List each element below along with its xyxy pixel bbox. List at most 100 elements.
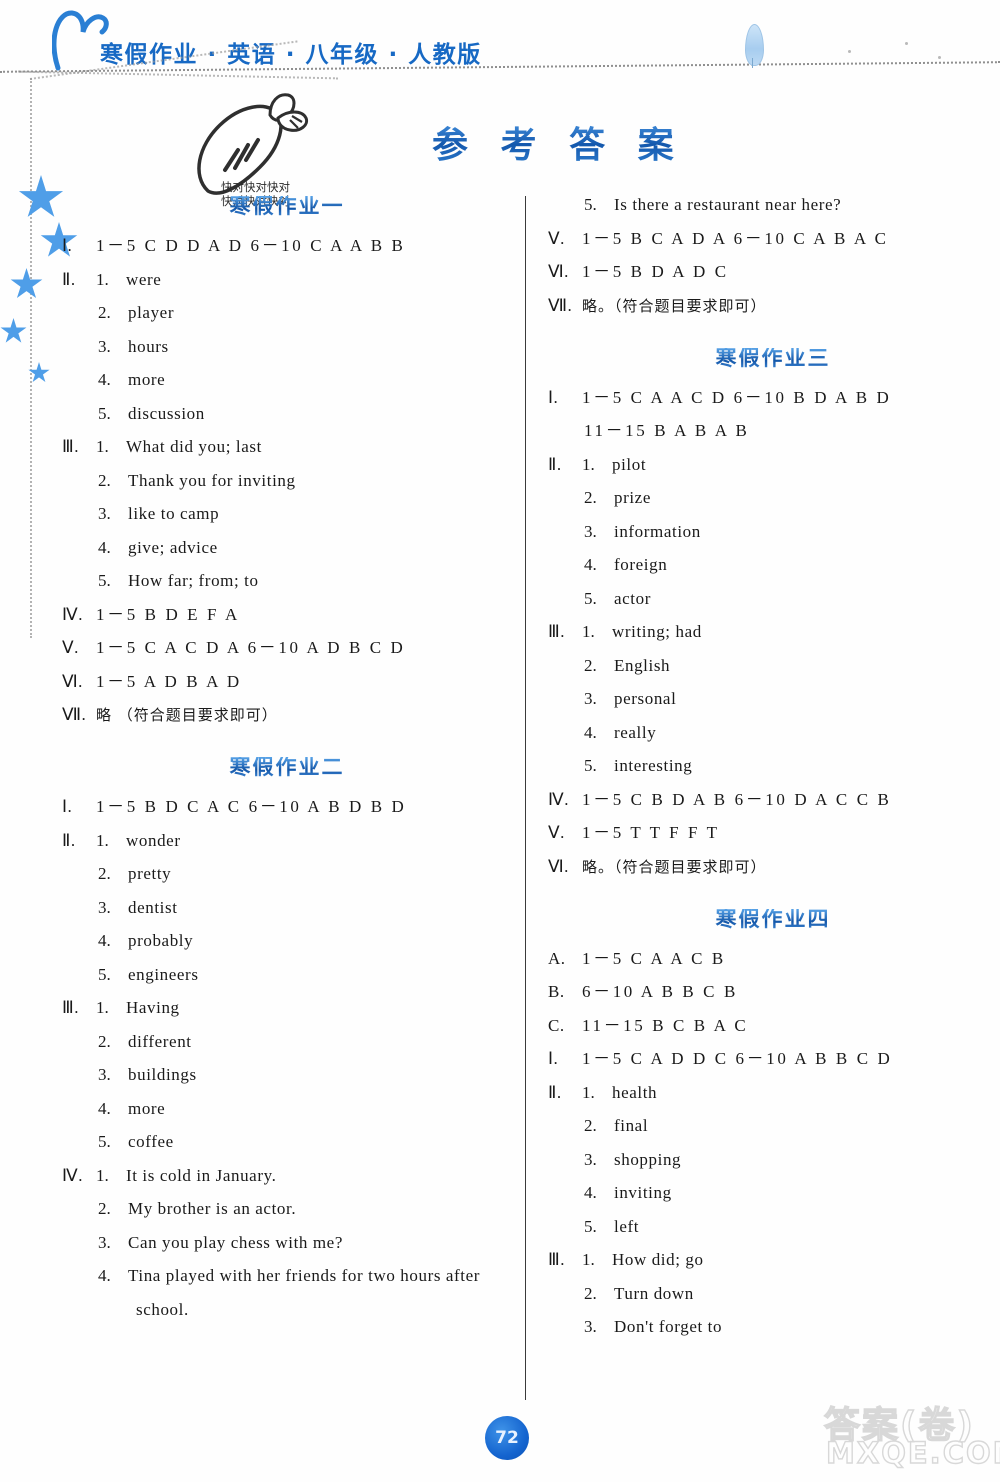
- answer-text: buildings: [128, 1065, 197, 1084]
- answer-line: Ⅰ. 1－5 C A A C D 6－10 B D A B D: [548, 389, 998, 406]
- answer-text: Thank you for inviting: [128, 470, 296, 490]
- answer-line: Ⅱ. 1. pilot: [548, 456, 998, 473]
- answer-text: player: [128, 303, 175, 322]
- answer-line: 5. interesting: [548, 757, 998, 774]
- item-number: 4.: [98, 1266, 111, 1285]
- item-number: 4.: [98, 370, 111, 389]
- leaf-decoration-icon: [745, 24, 764, 66]
- answer-text: like to camp: [128, 504, 220, 523]
- item-number: 5.: [584, 756, 597, 775]
- answer-line: 3. shopping: [548, 1151, 998, 1168]
- roman-numeral: Ⅰ.: [62, 236, 73, 255]
- answer-text: were: [126, 269, 162, 289]
- answer-text: 1－5 B D C A C 6－10 A B D B D: [96, 797, 407, 816]
- answer-line: Ⅱ. 1. were: [62, 271, 512, 288]
- letter-label: C.: [548, 1015, 565, 1035]
- watermark-site: MXQE.COM: [825, 1435, 1000, 1470]
- roman-numeral: Ⅰ.: [548, 387, 559, 407]
- answer-text: How did; go: [612, 1250, 704, 1269]
- roman-numeral: Ⅶ.: [62, 705, 87, 724]
- item-number: 5.: [584, 1216, 597, 1236]
- item-number: 2.: [98, 1199, 111, 1218]
- answer-line: 2. My brother is an actor.: [62, 1200, 512, 1217]
- item-number: 2.: [584, 1283, 597, 1303]
- answer-text: discussion: [128, 403, 205, 423]
- answer-text: inviting: [614, 1183, 672, 1202]
- answer-text: Tina played with her friends for two hou…: [128, 1266, 481, 1285]
- item-number: 3.: [98, 1232, 111, 1252]
- answer-text: prize: [614, 488, 651, 507]
- answer-text: wonder: [126, 830, 181, 850]
- star-decoration-icon: [18, 175, 64, 217]
- answer-line: 3. personal: [548, 690, 998, 707]
- star-decoration-icon: [0, 318, 27, 343]
- roman-numeral: Ⅶ.: [548, 295, 573, 315]
- roman-numeral: Ⅰ.: [548, 1049, 559, 1068]
- answer-line: Ⅲ. 1. writing; had: [548, 623, 998, 640]
- item-number: 1.: [582, 622, 595, 641]
- roman-numeral: Ⅳ.: [548, 789, 569, 809]
- answer-line: 5. left: [548, 1218, 998, 1235]
- answer-text: writing; had: [612, 622, 702, 641]
- answer-line: 4. Tina played with her friends for two h…: [62, 1267, 512, 1284]
- answer-line: 3. buildings: [62, 1066, 512, 1083]
- answer-line: Ⅶ. 略 （符合题目要求即可）: [62, 706, 512, 723]
- left-column: 寒假作业一 Ⅰ. 1－5 C D D A D 6－10 C A A B B Ⅱ. 1…: [62, 196, 512, 1334]
- answer-line: 2. Thank you for inviting: [62, 472, 512, 489]
- answer-line: 3. dentist: [62, 899, 512, 916]
- roman-numeral: Ⅵ.: [62, 671, 83, 691]
- answer-line-continuation: school.: [62, 1301, 512, 1318]
- leaf-stem-decoration: [752, 58, 753, 68]
- item-number: 2.: [98, 1031, 111, 1051]
- answer-line: Ⅵ. 略。（符合题目要求即可）: [548, 858, 998, 875]
- carrot-caption-line1: 快对快对快对: [221, 180, 290, 194]
- answer-text: 1－5 A D B A D: [96, 671, 242, 691]
- answer-text: Turn down: [614, 1283, 694, 1303]
- answer-text: Can you play chess with me?: [128, 1232, 343, 1252]
- answer-line: 2. prize: [548, 489, 998, 506]
- roman-numeral: Ⅲ.: [62, 998, 79, 1017]
- answer-text: Is there a restaurant near here?: [614, 195, 842, 214]
- answer-line: Ⅳ. 1－5 C B D A B 6－10 D A C C B: [548, 791, 998, 808]
- item-number: 1.: [96, 998, 109, 1017]
- answer-text: Having: [126, 998, 180, 1017]
- answer-text: What did you; last: [126, 437, 262, 456]
- item-number: 3.: [98, 897, 111, 917]
- answer-text: 1－5 C A C D A 6－10 A D B C D: [96, 638, 406, 657]
- answer-line: 5. How far; from; to: [62, 572, 512, 589]
- item-number: 1.: [96, 437, 109, 456]
- letter-label: B.: [548, 982, 565, 1001]
- answer-line: 4. more: [62, 1100, 512, 1117]
- answer-line: 4. foreign: [548, 556, 998, 573]
- answer-line: 5. discussion: [62, 405, 512, 422]
- answer-text: 1－5 C A A C D 6－10 B D A B D: [582, 387, 892, 407]
- answer-text: 1－5 B D A D C: [582, 262, 729, 281]
- answer-text: 1－5 C A A C B: [582, 948, 726, 968]
- item-number: 2.: [584, 488, 597, 507]
- answer-line: 5. coffee: [62, 1133, 512, 1150]
- roman-numeral: Ⅰ.: [62, 797, 73, 816]
- answer-text: 1－5 B D E F A: [96, 604, 240, 624]
- answer-line: 3. like to camp: [62, 505, 512, 522]
- roman-numeral: Ⅲ.: [548, 622, 565, 641]
- answer-text: shopping: [614, 1149, 682, 1169]
- answer-line: B. 6－10 A B B C B: [548, 983, 998, 1000]
- section-title-homework-3: 寒假作业三: [548, 347, 998, 369]
- item-number: 4.: [98, 537, 111, 557]
- answer-line: Ⅰ. 1－5 C A D D C 6－10 A B B C D: [548, 1050, 998, 1067]
- answer-line: 2. Turn down: [548, 1285, 998, 1302]
- item-number: 1.: [96, 269, 109, 289]
- item-number: 5.: [98, 571, 111, 590]
- star-decoration-icon: [10, 268, 43, 299]
- answer-text: 11－15 B A B A B: [584, 421, 750, 440]
- answer-line: 3. hours: [62, 338, 512, 355]
- answer-text: 1－5 C A D D C 6－10 A B B C D: [582, 1049, 893, 1068]
- item-number: 5.: [98, 964, 111, 984]
- roman-numeral: Ⅲ.: [62, 437, 79, 456]
- answer-line: Ⅲ. 1. What did you; last: [62, 438, 512, 455]
- item-number: 1.: [96, 830, 109, 850]
- answer-line: Ⅰ. 1－5 B D C A C 6－10 A B D B D: [62, 798, 512, 815]
- answer-text: left: [614, 1216, 640, 1236]
- answer-line: 2. English: [548, 657, 998, 674]
- item-number: 3.: [584, 1317, 597, 1336]
